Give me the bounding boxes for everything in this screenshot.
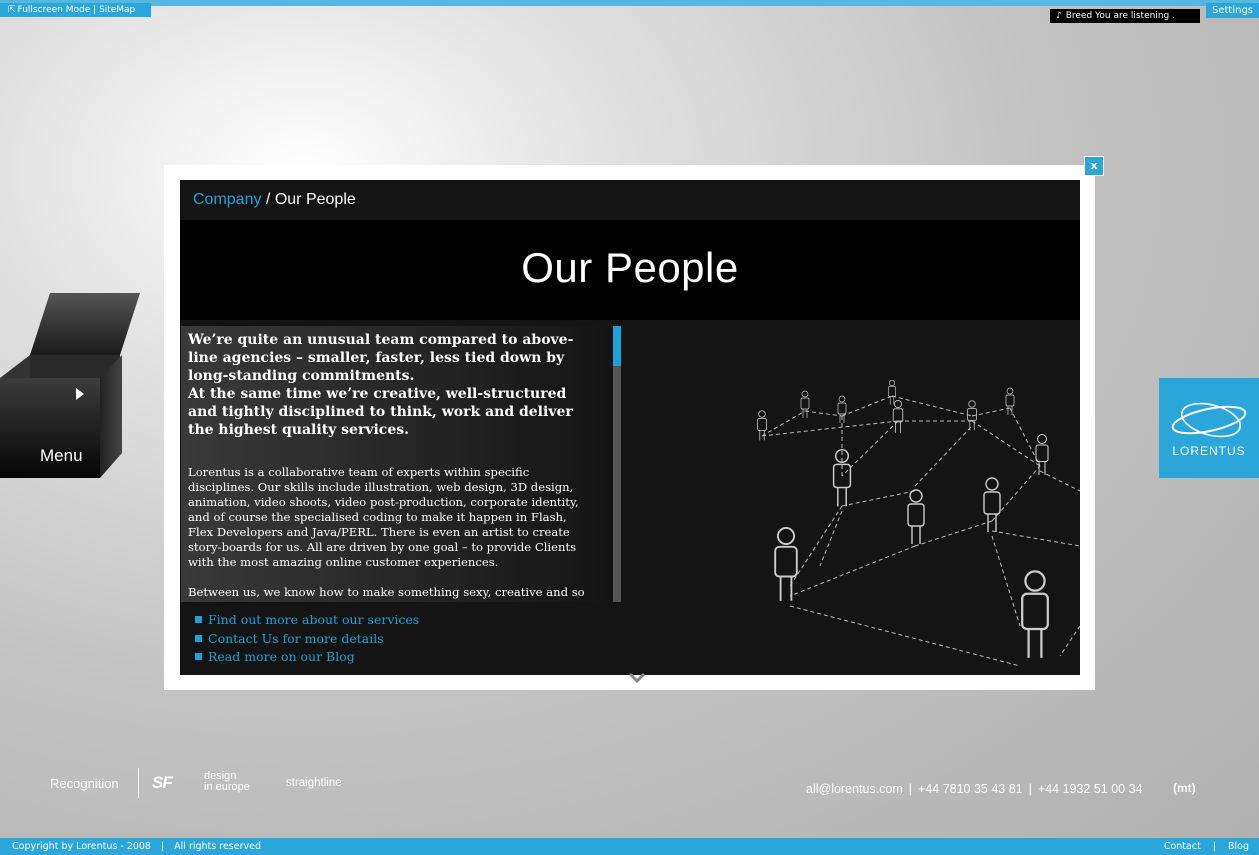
breadcrumb-separator: / xyxy=(261,191,275,208)
mt-logo[interactable]: (mt) xyxy=(1173,781,1196,795)
lorentus-logo[interactable]: LORENTUS xyxy=(1159,378,1259,478)
settings-button[interactable]: Settings xyxy=(1205,3,1259,18)
intro-text: We’re quite an unusual team compared to … xyxy=(188,332,574,438)
orbit-icon xyxy=(1171,402,1247,438)
recognition-label: Recognition xyxy=(50,776,119,791)
contact-link[interactable]: Contact xyxy=(1164,841,1201,852)
phone-1: +44 7810 35 43 81 xyxy=(918,782,1023,796)
blog-link[interactable]: Read more on our Blog xyxy=(208,649,355,664)
copyright-text: Copyright by Lorentus - 2008 | All rights … xyxy=(12,841,261,852)
footer-divider xyxy=(138,768,139,798)
text-scroll-panel[interactable]: We’re quite an unusual team compared to … xyxy=(181,326,611,602)
contact-info: all@lorentus.com | +44 7810 35 43 81 | +44 1… xyxy=(806,782,1143,796)
contact-us-link[interactable]: Contact Us for more details xyxy=(208,631,384,646)
top-accent-line xyxy=(0,0,1259,6)
title-band: Our People xyxy=(180,220,1080,320)
fullscreen-arrow-icon: ⇱ xyxy=(8,5,16,15)
music-note-icon: ♪ xyxy=(1056,11,1062,21)
blog-footer-link[interactable]: Blog xyxy=(1228,841,1249,852)
body-paragraph-2: Between us, we know how to make somethin… xyxy=(188,585,585,599)
close-button[interactable]: x xyxy=(1084,156,1104,176)
bullet-square-icon xyxy=(195,616,202,623)
sf-logo[interactable]: SF xyxy=(152,773,173,793)
logo-text: LORENTUS xyxy=(1172,444,1246,458)
phone-2: +44 1932 51 00 34 xyxy=(1037,782,1143,796)
services-link[interactable]: Find out more about our services xyxy=(208,612,419,627)
design-in-europe-logo[interactable]: design in europe xyxy=(204,771,250,793)
breadcrumb-company-link[interactable]: Company xyxy=(193,191,261,208)
people-network-illustration xyxy=(757,379,1080,667)
body-paragraph-1: Lorentus is a collaborative team of expe… xyxy=(188,465,579,569)
chevron-down-icon[interactable] xyxy=(628,672,646,684)
bottom-bar: Copyright by Lorentus - 2008 | All rights … xyxy=(0,838,1259,855)
menu-play-icon[interactable] xyxy=(76,388,84,400)
breadcrumb: Company / Our People xyxy=(193,191,356,209)
breadcrumb-current: Our People xyxy=(274,191,356,208)
bottom-links: Contact | Blog xyxy=(1163,841,1249,852)
bullet-square-icon xyxy=(195,634,202,642)
straightline-logo[interactable]: straightline xyxy=(286,777,342,789)
page-title: Our People xyxy=(521,244,739,291)
modal-content: Company / Our People Our People We’re qu… xyxy=(180,180,1080,675)
music-player-ticker[interactable]: ♪ Breed You are listening . xyxy=(1050,9,1200,23)
bullet-square-icon xyxy=(195,653,202,660)
menu-button-label[interactable]: Menu xyxy=(40,446,83,466)
fullscreen-sitemap-link[interactable]: ⇱ Fullscreen Mode | SiteMap xyxy=(0,3,152,17)
email-link[interactable]: all@lorentus.com xyxy=(806,782,903,796)
